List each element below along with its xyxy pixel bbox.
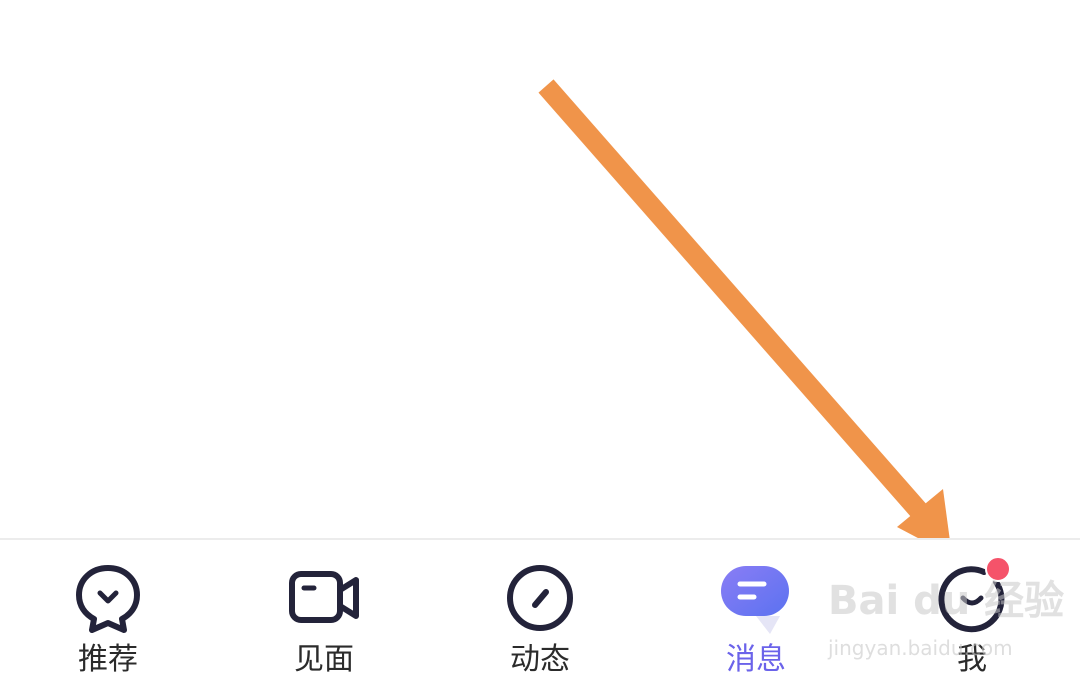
tab-messages[interactable]: 消息	[648, 540, 864, 688]
notification-badge	[985, 556, 1011, 582]
tab-label: 我	[957, 642, 987, 677]
tab-recommend[interactable]: 推荐	[0, 540, 216, 688]
tab-label: 见面	[294, 642, 354, 677]
tab-moments[interactable]: 动态	[432, 540, 648, 688]
chat-heart-icon	[76, 565, 140, 633]
tab-label: 消息	[726, 642, 786, 677]
video-camera-icon	[289, 571, 359, 623]
compass-icon	[507, 565, 573, 631]
main-content-blank	[0, 0, 1080, 538]
tab-meet[interactable]: 见面	[216, 540, 432, 688]
message-bubble-icon	[721, 566, 789, 634]
bottom-tab-bar: 推荐 见面 动态 消息 我	[0, 538, 1080, 688]
app-screen: 推荐 见面 动态 消息 我 Bai du 经验 jingyan.baidu.co…	[0, 0, 1080, 688]
tab-me[interactable]: 我	[864, 540, 1080, 688]
tab-label: 推荐	[78, 642, 138, 677]
tab-label: 动态	[510, 642, 570, 677]
